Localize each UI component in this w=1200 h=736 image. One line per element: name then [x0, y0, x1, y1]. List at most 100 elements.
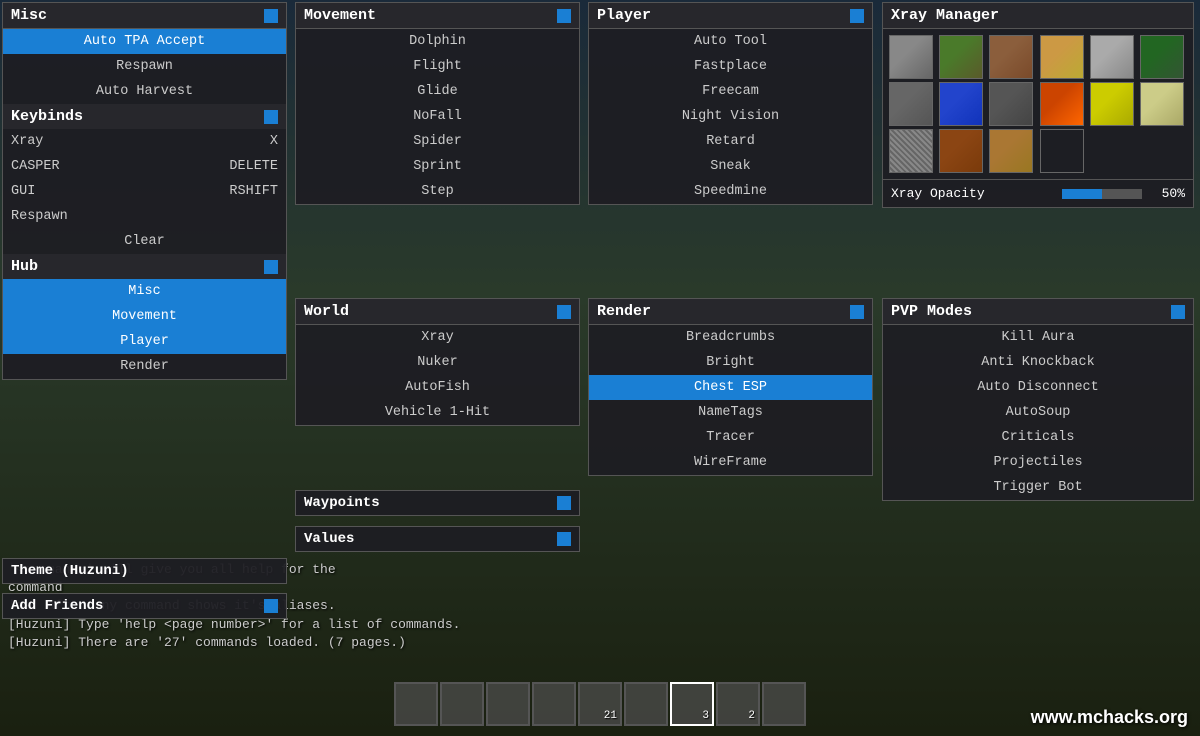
misc-respawn[interactable]: Respawn — [3, 54, 286, 79]
pvp-panel-title: PVP Modes — [891, 303, 972, 320]
xray-block-dirt[interactable] — [989, 35, 1033, 79]
misc-panel: Misc Auto TPA Accept Respawn Auto Harves… — [2, 2, 287, 380]
keybinds-indicator — [264, 110, 278, 124]
movement-step[interactable]: Step — [296, 179, 579, 204]
keybind-casper-key: DELETE — [229, 159, 278, 174]
hotbar-slot-8[interactable]: 2 — [716, 682, 760, 726]
xray-block-wood1[interactable] — [939, 129, 983, 173]
keybinds-title: Keybinds — [11, 108, 83, 125]
world-autofish[interactable]: AutoFish — [296, 375, 579, 400]
hub-title: Hub — [11, 258, 38, 275]
movement-panel: Movement Dolphin Flight Glide NoFall Spi… — [295, 2, 580, 205]
xray-block-sand[interactable] — [1040, 35, 1084, 79]
player-speedmine[interactable]: Speedmine — [589, 179, 872, 204]
hotbar-slot-7[interactable]: 3 — [670, 682, 714, 726]
hub-indicator — [264, 260, 278, 274]
player-retard[interactable]: Retard — [589, 129, 872, 154]
pvp-anti-knockback[interactable]: Anti Knockback — [883, 350, 1193, 375]
xray-block-coal[interactable] — [989, 82, 1033, 126]
misc-panel-indicator — [264, 9, 278, 23]
keybind-respawn[interactable]: Respawn — [3, 204, 286, 229]
xray-block-cobble[interactable] — [889, 129, 933, 173]
pvp-autosoup[interactable]: AutoSoup — [883, 400, 1193, 425]
waypoints-panel: Waypoints — [295, 490, 580, 516]
values-title: Values — [304, 531, 354, 547]
hotbar-slot-3[interactable] — [486, 682, 530, 726]
xray-block-yellow[interactable] — [1090, 82, 1134, 126]
hotbar-slot-5[interactable]: 21 — [578, 682, 622, 726]
movement-spider[interactable]: Spider — [296, 129, 579, 154]
pvp-trigger-bot[interactable]: Trigger Bot — [883, 475, 1193, 500]
pvp-panel-indicator — [1171, 305, 1185, 319]
xray-block-sandstone[interactable] — [1140, 82, 1184, 126]
hotbar-slot-1[interactable] — [394, 682, 438, 726]
xray-block-grass2[interactable] — [1040, 129, 1084, 173]
xray-block-leaves[interactable] — [1140, 35, 1184, 79]
player-panel: Player Auto Tool Fastplace Freecam Night… — [588, 2, 873, 205]
xray-block-grass[interactable] — [939, 35, 983, 79]
keybind-casper-label: CASPER — [11, 159, 60, 174]
xray-block-wood2[interactable] — [989, 129, 1033, 173]
hub-misc[interactable]: Misc — [3, 279, 286, 304]
xray-opacity-bar[interactable] — [1062, 189, 1142, 199]
xray-block-grid — [883, 29, 1193, 179]
keybind-gui[interactable]: GUI RSHIFT — [3, 179, 286, 204]
misc-panel-title: Misc — [11, 7, 47, 24]
render-chest-esp[interactable]: Chest ESP — [589, 375, 872, 400]
player-sneak[interactable]: Sneak — [589, 154, 872, 179]
hub-render[interactable]: Render — [3, 354, 286, 379]
misc-auto-harvest[interactable]: Auto Harvest — [3, 79, 286, 104]
add-friends-indicator — [264, 599, 278, 613]
hotbar-slot-6[interactable] — [624, 682, 668, 726]
xray-opacity-row: Xray Opacity 50% — [883, 179, 1193, 207]
pvp-criticals[interactable]: Criticals — [883, 425, 1193, 450]
player-auto-tool[interactable]: Auto Tool — [589, 29, 872, 54]
player-fastplace[interactable]: Fastplace — [589, 54, 872, 79]
movement-glide[interactable]: Glide — [296, 79, 579, 104]
misc-auto-tpa-accept[interactable]: Auto TPA Accept — [3, 29, 286, 54]
xray-panel-title: Xray Manager — [891, 7, 999, 24]
movement-nofall[interactable]: NoFall — [296, 104, 579, 129]
pvp-kill-aura[interactable]: Kill Aura — [883, 325, 1193, 350]
world-vehicle1hit[interactable]: Vehicle 1-Hit — [296, 400, 579, 425]
pvp-auto-disconnect[interactable]: Auto Disconnect — [883, 375, 1193, 400]
values-panel: Values — [295, 526, 580, 552]
waypoints-header: Waypoints — [296, 491, 579, 515]
player-freecam[interactable]: Freecam — [589, 79, 872, 104]
xray-block-gravel[interactable] — [1090, 35, 1134, 79]
xray-block-stone[interactable] — [889, 35, 933, 79]
values-indicator — [557, 532, 571, 546]
render-breadcrumbs[interactable]: Breadcrumbs — [589, 325, 872, 350]
world-xray[interactable]: Xray — [296, 325, 579, 350]
hotbar-slot-9[interactable] — [762, 682, 806, 726]
xray-block-lava[interactable] — [1040, 82, 1084, 126]
render-bright[interactable]: Bright — [589, 350, 872, 375]
pvp-projectiles[interactable]: Projectiles — [883, 450, 1193, 475]
add-friends-title: Add Friends — [11, 598, 103, 614]
hotbar-slot-2[interactable] — [440, 682, 484, 726]
world-panel-indicator — [557, 305, 571, 319]
movement-sprint[interactable]: Sprint — [296, 154, 579, 179]
hub-player[interactable]: Player — [3, 329, 286, 354]
movement-dolphin[interactable]: Dolphin — [296, 29, 579, 54]
xray-block-stone2[interactable] — [889, 82, 933, 126]
keybind-gui-key: RSHIFT — [229, 184, 278, 199]
misc-clear-button[interactable]: Clear — [3, 229, 286, 254]
world-nuker[interactable]: Nuker — [296, 350, 579, 375]
xray-panel-header: Xray Manager — [883, 3, 1193, 29]
movement-flight[interactable]: Flight — [296, 54, 579, 79]
add-friends-header: Add Friends — [3, 594, 286, 618]
xray-block-water[interactable] — [939, 82, 983, 126]
keybind-xray[interactable]: Xray X — [3, 129, 286, 154]
watermark: www.mchacks.org — [1031, 707, 1188, 728]
waypoints-indicator — [557, 496, 571, 510]
render-wireframe[interactable]: WireFrame — [589, 450, 872, 475]
hotbar-slot-4[interactable] — [532, 682, 576, 726]
hub-movement[interactable]: Movement — [3, 304, 286, 329]
world-panel: World Xray Nuker AutoFish Vehicle 1-Hit — [295, 298, 580, 426]
player-night-vision[interactable]: Night Vision — [589, 104, 872, 129]
movement-panel-indicator — [557, 9, 571, 23]
render-tracer[interactable]: Tracer — [589, 425, 872, 450]
keybind-casper[interactable]: CASPER DELETE — [3, 154, 286, 179]
render-nametags[interactable]: NameTags — [589, 400, 872, 425]
